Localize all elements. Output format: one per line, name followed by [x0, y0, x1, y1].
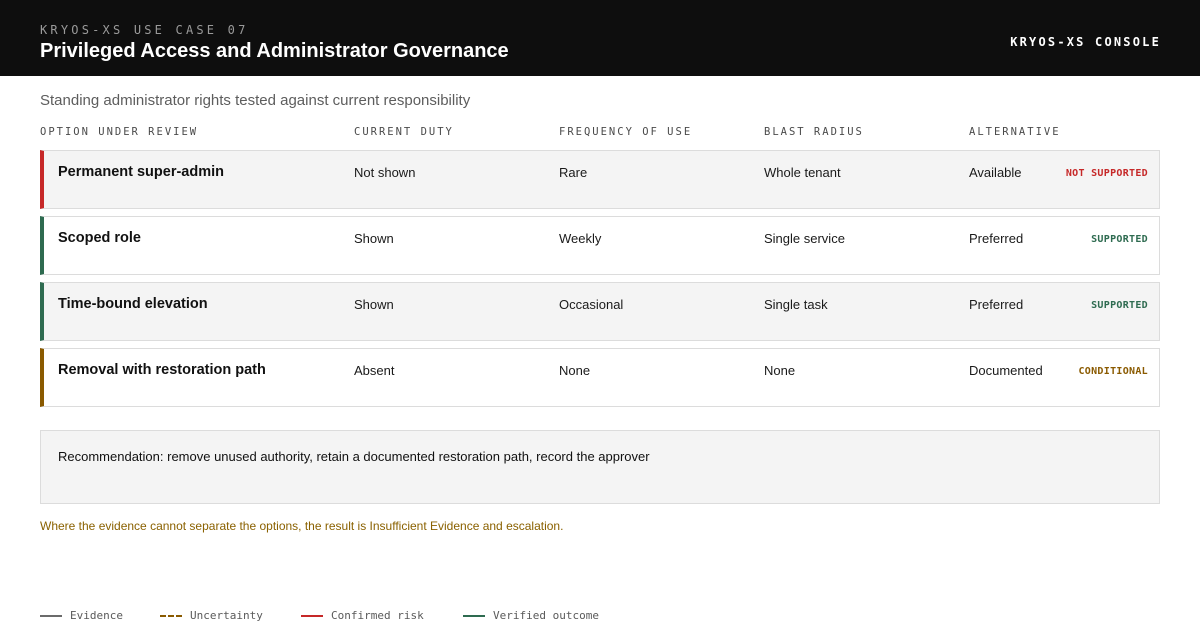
blast-radius: Single task: [764, 297, 828, 312]
table-row[interactable]: Removal with restoration path Absent Non…: [40, 348, 1160, 407]
legend-line-icon: [301, 615, 323, 617]
recommendation-text: Recommendation: remove unused authority,…: [58, 449, 650, 464]
frequency-of-use: Weekly: [559, 231, 602, 246]
status-badge: SUPPORTED: [1091, 234, 1148, 245]
option-name: Scoped role: [58, 230, 141, 246]
option-name: Removal with restoration path: [58, 362, 266, 378]
current-duty: Shown: [354, 297, 394, 312]
status-badge: CONDITIONAL: [1078, 366, 1148, 377]
alternative: Documented: [969, 363, 1043, 378]
alternative: Preferred: [969, 297, 1024, 312]
status-badge: SUPPORTED: [1091, 300, 1148, 311]
current-duty: Absent: [354, 363, 395, 378]
use-case-label: KRYOS-XS USE CASE 07: [40, 23, 249, 37]
table-row[interactable]: Permanent super-admin Not shown Rare Who…: [40, 150, 1160, 209]
column-header-option: OPTION UNDER REVIEW: [40, 126, 199, 138]
blast-radius: None: [764, 363, 796, 378]
legend-line-icon: [463, 615, 485, 617]
legend-label: Verified outcome: [493, 609, 599, 622]
page-title: Privileged Access and Administrator Gove…: [40, 40, 509, 62]
column-header-blast-radius: BLAST RADIUS: [764, 126, 864, 138]
legend-label: Confirmed risk: [331, 609, 424, 622]
header-bar: KRYOS-XS USE CASE 07 Privileged Access a…: [0, 0, 1200, 76]
legend-label: Uncertainty: [190, 609, 263, 622]
column-header-duty: CURRENT DUTY: [354, 126, 454, 138]
frequency-of-use: None: [559, 363, 591, 378]
legend-label: Evidence: [70, 609, 123, 622]
console-label: KRYOS-XS CONSOLE: [1010, 35, 1161, 49]
legend-line-icon: [40, 615, 62, 617]
column-header-frequency: FREQUENCY OF USE: [559, 126, 693, 138]
column-header-alternative: ALTERNATIVE: [969, 126, 1061, 138]
alternative: Available: [969, 165, 1022, 180]
table-row[interactable]: Scoped role Shown Weekly Single service …: [40, 216, 1160, 275]
page-subtitle: Standing administrator rights tested aga…: [40, 92, 471, 109]
blast-radius: Whole tenant: [764, 165, 841, 180]
current-duty: Not shown: [354, 165, 416, 180]
current-duty: Shown: [354, 231, 394, 246]
status-badge: NOT SUPPORTED: [1065, 168, 1148, 179]
option-name: Permanent super-admin: [58, 164, 224, 180]
recommendation-panel: Recommendation: remove unused authority,…: [40, 430, 1160, 504]
blast-radius: Single service: [764, 231, 845, 246]
legend-line-icon: [160, 615, 182, 617]
option-name: Time-bound elevation: [58, 296, 208, 312]
frequency-of-use: Occasional: [559, 297, 624, 312]
frequency-of-use: Rare: [559, 165, 588, 180]
escalation-note: Where the evidence cannot separate the o…: [40, 519, 564, 533]
table-row[interactable]: Time-bound elevation Shown Occasional Si…: [40, 282, 1160, 341]
alternative: Preferred: [969, 231, 1024, 246]
